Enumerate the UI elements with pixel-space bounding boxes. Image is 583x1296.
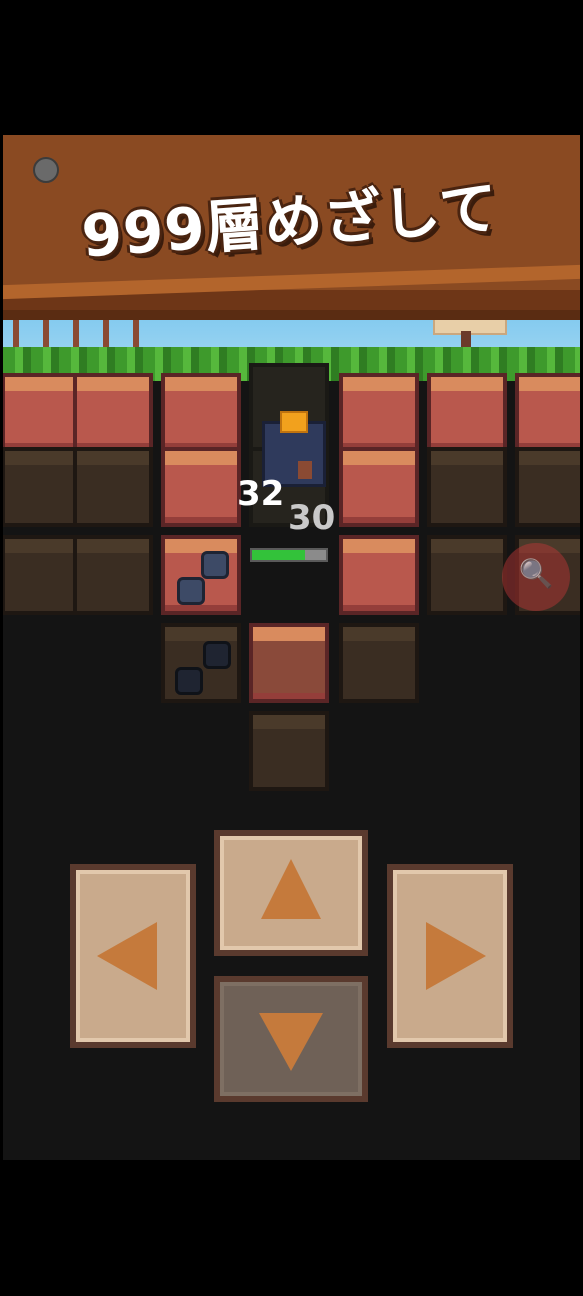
dirt-block-dark	[73, 535, 153, 615]
dirt-block-dark	[3, 447, 81, 527]
ore-chunk	[177, 577, 205, 605]
down-button[interactable]	[214, 976, 368, 1102]
ore-chunk	[203, 641, 231, 669]
dirt-block-dark	[73, 447, 153, 527]
left-button[interactable]	[70, 864, 196, 1048]
target-block	[249, 623, 329, 703]
dirt-block-dark	[3, 535, 81, 615]
dirt-block	[3, 373, 81, 453]
dirt-block-dark	[249, 711, 329, 791]
zoom-in-icon: 🔍	[518, 557, 554, 590]
arrow-right-icon	[426, 922, 486, 990]
up-button[interactable]	[214, 830, 368, 956]
dirt-block	[339, 373, 419, 453]
right-button[interactable]	[387, 864, 513, 1048]
dirt-block	[427, 373, 507, 453]
dirt-block	[515, 373, 580, 453]
dirt-block-dark	[515, 447, 580, 527]
dirt-block-dark	[427, 535, 507, 615]
title-banner: 999層めざして	[3, 135, 580, 320]
dirt-block-dark	[427, 447, 507, 527]
ore-block-dark	[161, 623, 241, 703]
dirt-block-dark	[339, 623, 419, 703]
block-health-bar	[250, 548, 328, 562]
dirt-block	[73, 373, 153, 453]
miner-character	[258, 405, 326, 487]
dirt-block	[161, 447, 241, 527]
arrow-left-icon	[97, 922, 157, 990]
helmet-lamp-icon	[280, 411, 308, 433]
ore-chunk	[175, 667, 203, 695]
ore-block	[161, 535, 241, 615]
damage-number-secondary: 30	[288, 498, 336, 538]
arrow-down-icon	[259, 1013, 323, 1071]
ore-chunk	[201, 551, 229, 579]
dirt-block	[339, 447, 419, 527]
dirt-block	[161, 373, 241, 453]
miner-arm	[298, 461, 312, 479]
banner-title: 999層めざして	[79, 173, 501, 271]
health-fill	[252, 550, 306, 560]
damage-number: 32	[237, 474, 285, 514]
arrow-up-icon	[261, 859, 321, 919]
rivet-icon	[33, 157, 59, 183]
zoom-button[interactable]: 🔍	[502, 543, 570, 611]
dirt-block	[339, 535, 419, 615]
